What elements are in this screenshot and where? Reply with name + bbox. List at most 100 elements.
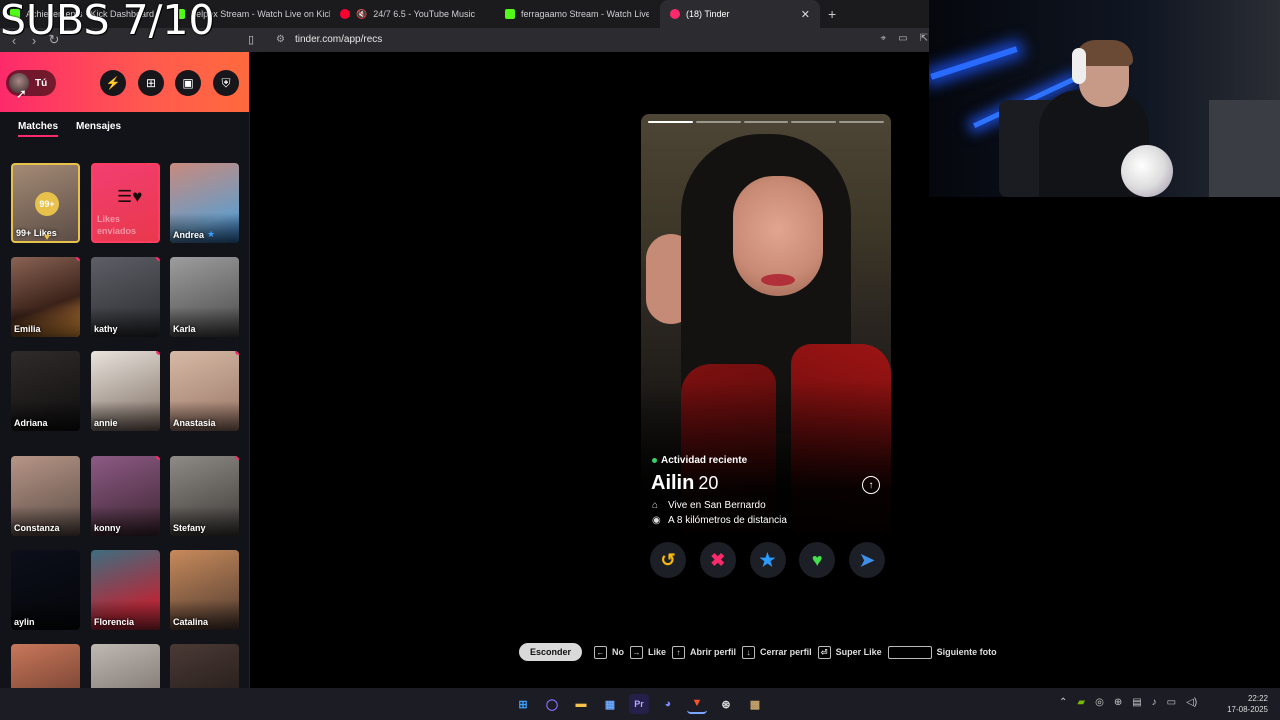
photo-progress-segment[interactable] <box>791 121 837 123</box>
keyboard-hint: ⏎ Super Like <box>817 645 882 659</box>
likes-sent-card[interactable]: ☰♥ Likes enviados <box>91 163 160 243</box>
obs-icon[interactable]: ⊛ <box>716 694 736 714</box>
chevron-up-icon[interactable]: ⌃ <box>1059 697 1067 708</box>
app-icon[interactable]: ▩ <box>745 694 765 714</box>
match-name: Catalina <box>173 617 209 627</box>
match-card[interactable]: kathy <box>91 257 160 337</box>
led-strip <box>930 46 1018 80</box>
browser-tab-active[interactable]: (18) Tinder ✕ <box>660 0 820 28</box>
microphone-icon[interactable]: ♪ <box>1152 697 1157 708</box>
photo-progress-segment[interactable] <box>695 121 741 123</box>
match-card[interactable]: Adriana <box>11 351 80 431</box>
file-explorer-icon[interactable]: ▬ <box>571 694 591 714</box>
share-icon[interactable]: ⇱ <box>920 33 928 44</box>
photo-progress-segment[interactable] <box>648 121 693 123</box>
tab-matches[interactable]: Matches <box>18 121 59 137</box>
start-menu-icon[interactable]: ⊞ <box>513 694 533 714</box>
my-profile-button[interactable]: Tú <box>6 70 56 96</box>
brave-browser-icon[interactable]: ▼ <box>687 694 707 714</box>
location-icon[interactable]: ⌖ <box>881 33 887 44</box>
briefcase-icon[interactable]: ▣ <box>175 70 201 96</box>
match-card[interactable]: Emilia <box>11 257 80 337</box>
open-profile-icon[interactable]: ↑ <box>862 476 880 494</box>
keyboard-hint: ↑ Abrir perfil <box>672 645 736 659</box>
keyboard-hint: Siguiente foto <box>887 645 997 659</box>
match-card[interactable]: Constanza <box>11 456 80 536</box>
match-card[interactable]: Florencia <box>91 550 160 630</box>
boost-button[interactable]: ➤ <box>849 542 885 578</box>
close-tab-icon[interactable]: ✕ <box>801 8 810 21</box>
tab-messages[interactable]: Mensajes <box>76 121 121 137</box>
explore-icon[interactable]: ⊞ <box>138 70 164 96</box>
match-name: Anastasia <box>173 418 216 428</box>
boost-icon[interactable]: ⚡ <box>100 70 126 96</box>
rewind-button[interactable]: ↺ <box>650 542 686 578</box>
display-icon[interactable]: ▭ <box>1167 697 1176 708</box>
lives-in-row: ⌂ Vive en San Bernardo <box>652 500 766 511</box>
search-icon[interactable]: ◯ <box>542 694 562 714</box>
match-name: konny <box>94 523 121 533</box>
match-card[interactable] <box>170 644 239 688</box>
match-card[interactable] <box>11 644 80 688</box>
system-clock[interactable]: 22:22 17-08-2025 <box>1222 693 1268 715</box>
nope-button[interactable]: ✖ <box>699 542 736 578</box>
match-card[interactable]: Anastasia <box>170 351 239 431</box>
shield-icon[interactable]: ⛨ <box>213 70 239 96</box>
volume-icon[interactable]: ◁) <box>1186 697 1197 708</box>
network-icon[interactable]: ⊕ <box>1114 697 1122 708</box>
tinder-flame-icon <box>670 9 680 19</box>
taskbar-apps: ⊞ ◯ ▬ ▦ Pr ◕ ▼ ⊛ ▩ <box>513 694 765 714</box>
nvidia-icon[interactable]: ▰ <box>1077 697 1085 708</box>
app-tray-icon[interactable]: ▤ <box>1132 697 1141 708</box>
super-like-button[interactable]: ★ <box>749 542 786 578</box>
sidebar-header: Tú ➚ ⚡ ⊞ ▣ ⛨ <box>0 52 249 112</box>
steam-icon[interactable]: ◎ <box>1095 697 1104 708</box>
key-icon: ⏎ <box>817 645 831 659</box>
store-icon[interactable]: ▦ <box>600 694 620 714</box>
premiere-icon[interactable]: Pr <box>629 694 649 714</box>
discord-icon[interactable]: ◕ <box>658 694 678 714</box>
new-match-dot <box>235 456 239 460</box>
match-card[interactable]: annie <box>91 351 160 431</box>
key-icon: ↓ <box>742 645 756 659</box>
match-card[interactable]: Stefany <box>170 456 239 536</box>
lives-in-text: Vive en San Bernardo <box>668 500 766 511</box>
distance-text: A 8 kilómetros de distancia <box>668 515 787 526</box>
gold-heart-icon: ♥ <box>44 232 50 243</box>
keyboard-hints: Esconder ← No → Like ↑ Abrir perfil ↓ Cerrar pe… <box>519 643 1003 661</box>
match-card[interactable] <box>91 644 160 688</box>
clock-date: 17-08-2025 <box>1227 705 1268 714</box>
verified-star-icon: ★ <box>207 229 216 239</box>
cast-icon[interactable]: ▭ <box>898 33 907 44</box>
webcam-overlay <box>929 0 1280 197</box>
new-tab-icon[interactable]: + <box>828 6 836 22</box>
new-match-dot <box>156 456 160 460</box>
likes-card[interactable]: 99+ 99+ Likes ♥ <box>11 163 80 243</box>
muted-speaker-icon[interactable]: 🔇 <box>356 9 367 20</box>
browser-tab[interactable]: ferragaamo Stream - Watch Live on Kick <box>495 0 660 28</box>
profile-card[interactable]: Actividad reciente Ailin 20 ↑ ⌂ Vive en S… <box>641 114 891 580</box>
key-icon: → <box>630 645 644 659</box>
match-card[interactable]: aylin <box>11 550 80 630</box>
address-bar[interactable]: tinder.com/app/recs <box>295 34 382 45</box>
photo-progress-segment[interactable] <box>743 121 789 123</box>
match-card[interactable]: konny <box>91 456 160 536</box>
photo-progress-segment[interactable] <box>839 121 884 123</box>
bookmark-icon[interactable]: ▯ <box>248 33 254 46</box>
tab-label: (18) Tinder <box>686 9 730 19</box>
site-info-icon[interactable]: ⚙ <box>276 34 285 45</box>
browser-tab[interactable]: 🔇 24/7 6.5 - YouTube Music <box>330 0 495 28</box>
tab-label: 24/7 6.5 - YouTube Music <box>373 9 475 19</box>
new-match-dot <box>235 351 239 355</box>
match-card[interactable]: Karla <box>170 257 239 337</box>
hide-hints-button[interactable]: Esconder <box>519 643 583 661</box>
youtube-music-icon <box>340 9 350 19</box>
like-button[interactable]: ♥ <box>799 542 836 578</box>
distance-row: ◉ A 8 kilómetros de distancia <box>652 515 787 526</box>
new-match-dot <box>76 257 80 261</box>
match-card[interactable]: Catalina <box>170 550 239 630</box>
profile-label: Tú <box>35 77 48 89</box>
swipe-actions: ↺ ✖ ★ ♥ ➤ <box>650 542 885 578</box>
match-card[interactable]: Andrea ★ <box>170 163 239 243</box>
photo-progress-bar <box>648 121 884 123</box>
